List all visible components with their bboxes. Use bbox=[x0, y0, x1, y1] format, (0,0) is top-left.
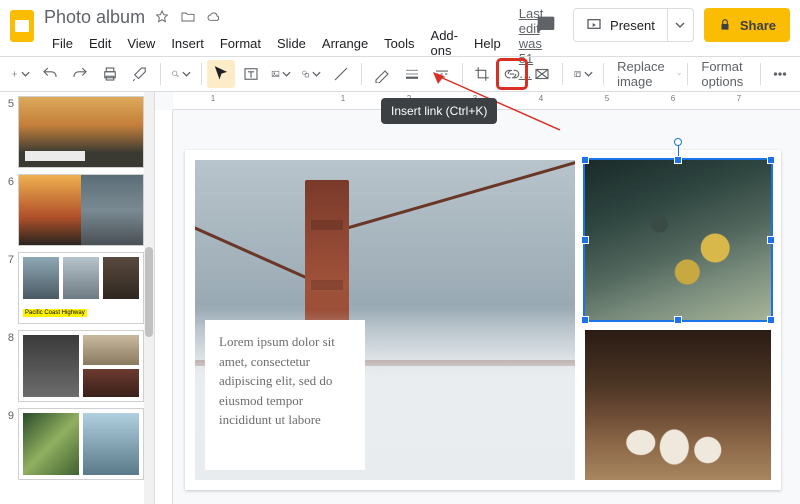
resize-handle-r[interactable] bbox=[767, 236, 775, 244]
resize-handle-tr[interactable] bbox=[767, 156, 775, 164]
select-tool[interactable] bbox=[207, 60, 235, 88]
thumbnail[interactable]: 5 bbox=[2, 96, 154, 168]
share-label: Share bbox=[740, 18, 776, 33]
zoom-button[interactable] bbox=[167, 60, 195, 88]
separator bbox=[462, 63, 463, 85]
menu-tools[interactable]: Tools bbox=[376, 34, 422, 53]
star-icon[interactable] bbox=[153, 8, 171, 26]
print-button[interactable] bbox=[96, 60, 124, 88]
thumbnail-preview[interactable]: Pacific Coast Highway bbox=[18, 252, 144, 324]
separator bbox=[760, 63, 761, 85]
thumbnail-number: 7 bbox=[2, 254, 14, 266]
undo-button[interactable] bbox=[36, 60, 64, 88]
canvas-area: 1 1 2 3 4 5 6 7 Lorem ipsum dolor sit am… bbox=[155, 92, 800, 504]
separator bbox=[603, 63, 604, 85]
border-color-button[interactable] bbox=[368, 60, 396, 88]
present-dropdown[interactable] bbox=[667, 9, 693, 41]
menu-insert[interactable]: Insert bbox=[163, 34, 212, 53]
horizontal-ruler: 1 1 2 3 4 5 6 7 bbox=[173, 92, 800, 110]
slides-app-icon[interactable] bbox=[8, 8, 36, 44]
menu-view[interactable]: View bbox=[119, 34, 163, 53]
resize-handle-l[interactable] bbox=[581, 236, 589, 244]
cloud-status-icon[interactable] bbox=[205, 8, 223, 26]
separator bbox=[361, 63, 362, 85]
menu-format[interactable]: Format bbox=[212, 34, 269, 53]
menu-slide[interactable]: Slide bbox=[269, 34, 314, 53]
insert-link-button[interactable] bbox=[498, 60, 526, 88]
menu-file[interactable]: File bbox=[44, 34, 81, 53]
thumbnail-number: 6 bbox=[2, 176, 14, 188]
resize-handle-t[interactable] bbox=[674, 156, 682, 164]
resize-handle-b[interactable] bbox=[674, 316, 682, 324]
border-dash-button[interactable] bbox=[428, 60, 456, 88]
slide-image-cafe[interactable] bbox=[585, 330, 771, 480]
separator bbox=[201, 63, 202, 85]
border-weight-button[interactable] bbox=[398, 60, 426, 88]
share-button[interactable]: Share bbox=[704, 8, 790, 42]
resize-handle-bl[interactable] bbox=[581, 316, 589, 324]
thumbnail-number: 8 bbox=[2, 332, 14, 344]
workspace: 5 6 7 Pacific Coast Highway 8 9 1 1 2 3 … bbox=[0, 92, 800, 504]
toolbar: Replace image Format options bbox=[0, 56, 800, 92]
document-title[interactable]: Photo album bbox=[44, 7, 145, 28]
rotation-handle[interactable] bbox=[674, 138, 682, 146]
separator bbox=[160, 63, 161, 85]
thumbnail[interactable]: 7 Pacific Coast Highway bbox=[2, 252, 154, 324]
thumbnail-number: 9 bbox=[2, 410, 14, 422]
thumbnail[interactable]: 8 bbox=[2, 330, 154, 402]
mask-image-button[interactable] bbox=[569, 60, 597, 88]
format-options-button[interactable]: Format options bbox=[693, 59, 753, 89]
resize-handle-br[interactable] bbox=[767, 316, 775, 324]
thumbnail-preview[interactable] bbox=[18, 96, 144, 168]
image-tool[interactable] bbox=[267, 60, 295, 88]
menu-help[interactable]: Help bbox=[466, 34, 509, 53]
menu-arrange[interactable]: Arrange bbox=[314, 34, 376, 53]
thumbnail-pane: 5 6 7 Pacific Coast Highway 8 9 bbox=[0, 92, 155, 504]
more-tools-button[interactable] bbox=[766, 60, 794, 88]
crop-button[interactable] bbox=[468, 60, 496, 88]
vertical-ruler bbox=[155, 110, 173, 504]
thumbnail-preview[interactable] bbox=[18, 408, 144, 480]
move-folder-icon[interactable] bbox=[179, 8, 197, 26]
thumbnail-preview[interactable] bbox=[18, 330, 144, 402]
titlebar: Photo album File Edit View Insert Format… bbox=[0, 0, 800, 56]
separator bbox=[687, 63, 688, 85]
thumbnail-scrollbar[interactable] bbox=[144, 92, 154, 504]
menu-addons[interactable]: Add-ons bbox=[423, 26, 466, 60]
slide-textbox[interactable]: Lorem ipsum dolor sit amet, consectetur … bbox=[205, 320, 365, 470]
new-slide-button[interactable] bbox=[6, 60, 34, 88]
separator bbox=[562, 63, 563, 85]
thumbnail-preview[interactable] bbox=[18, 174, 144, 246]
thumbnail[interactable]: 6 bbox=[2, 174, 154, 246]
reset-image-button[interactable] bbox=[528, 60, 556, 88]
comments-icon[interactable] bbox=[529, 8, 563, 42]
thumbnail[interactable]: 9 bbox=[2, 408, 154, 480]
paint-format-button[interactable] bbox=[126, 60, 154, 88]
replace-image-menu[interactable]: Replace image bbox=[609, 59, 673, 89]
line-tool[interactable] bbox=[327, 60, 355, 88]
chevron-down-icon bbox=[677, 70, 681, 78]
thumbnail-number: 5 bbox=[2, 98, 14, 110]
redo-button[interactable] bbox=[66, 60, 94, 88]
menubar: File Edit View Insert Format Slide Arran… bbox=[44, 30, 529, 56]
resize-handle-tl[interactable] bbox=[581, 156, 589, 164]
textbox-tool[interactable] bbox=[237, 60, 265, 88]
present-label: Present bbox=[610, 18, 655, 33]
slide-image-leaves-selected[interactable] bbox=[585, 160, 771, 320]
slide-canvas[interactable]: Lorem ipsum dolor sit amet, consectetur … bbox=[185, 150, 781, 490]
menu-edit[interactable]: Edit bbox=[81, 34, 119, 53]
present-button[interactable]: Present bbox=[573, 8, 694, 42]
shape-tool[interactable] bbox=[297, 60, 325, 88]
